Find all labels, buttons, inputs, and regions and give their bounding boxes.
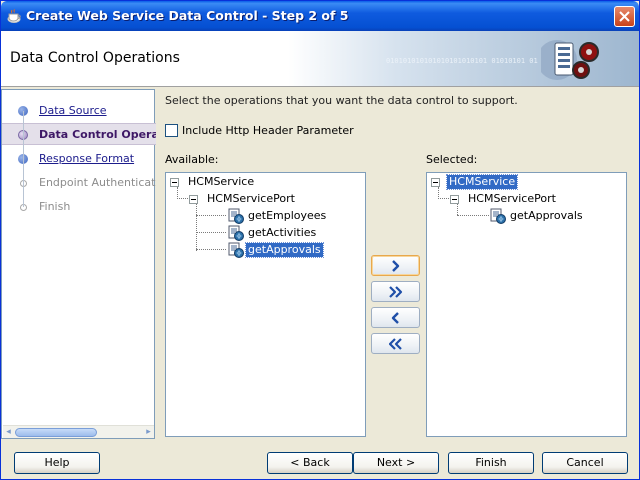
next-button[interactable]: Next > [353,452,439,474]
collapse-icon[interactable] [431,178,440,187]
close-icon [619,11,630,22]
tree-node-label[interactable]: HCMServicePort [466,192,558,206]
step-data-source[interactable]: Data Source [2,100,156,122]
add-all-icon [389,286,403,298]
coffee-cup-icon [7,9,21,23]
collapse-icon[interactable] [450,195,459,204]
step-label: Endpoint Authentication [39,176,156,189]
add-selected-icon [392,260,400,272]
steps-horizontal-scrollbar[interactable]: ◂ ▸ [3,425,154,438]
selected-tree[interactable]: HCMService HCMServicePort getApprovals [426,172,627,437]
include-http-header-checkbox[interactable] [165,124,178,137]
selected-label: Selected: [426,153,478,166]
step-label[interactable]: Response Format [39,152,134,165]
steps-connector-line [23,111,24,207]
step-endpoint-authentication: Endpoint Authentication [2,172,156,194]
available-tree[interactable]: HCMService HCMServicePort getEmployees g… [165,172,366,437]
window-title: Create Web Service Data Control - Step 2… [26,8,349,23]
tree-node-label[interactable]: getEmployees [246,209,328,223]
collapse-icon[interactable] [170,178,179,187]
tree-node-label[interactable]: HCMService [186,175,256,189]
step-data-control-operations: Data Control Operations [2,123,156,145]
scroll-right-icon[interactable]: ▸ [143,427,154,438]
step-label[interactable]: Data Source [39,104,107,117]
close-button[interactable] [614,6,635,27]
step-label: Data Control Operations [39,128,156,141]
steps-panel: Data Source Data Control Operations Resp… [1,89,156,439]
remove-all-icon [389,338,402,350]
dialog-window: Create Web Service Data Control - Step 2… [0,0,640,480]
header-decoration-text: 010101010101010101010101 01010101 01 [386,57,538,65]
scroll-left-icon[interactable]: ◂ [3,427,14,438]
web-service-logo-icon [541,40,599,80]
finish-button[interactable]: Finish [448,452,534,474]
instruction-text: Select the operations that you want the … [165,94,518,107]
tree-node-label[interactable]: getApprovals [508,209,585,223]
collapse-icon[interactable] [189,195,198,204]
page-header: Data Control Operations 0101010101010101… [1,31,639,87]
web-method-icon [490,208,506,224]
step-finish: Finish [2,196,156,218]
tree-node-label[interactable]: HCMServicePort [205,192,297,206]
available-label: Available: [165,153,219,166]
help-button[interactable]: Help [14,452,100,474]
title-bar[interactable]: Create Web Service Data Control - Step 2… [1,1,639,31]
remove-all-button[interactable] [371,333,420,354]
web-method-icon [228,225,244,241]
web-method-icon [228,242,244,258]
add-all-button[interactable] [371,281,420,302]
tree-node-label[interactable]: getApprovals [245,242,324,258]
step-label: Finish [39,200,71,213]
include-http-header-label[interactable]: Include Http Header Parameter [182,124,354,137]
tree-node-label[interactable]: getActivities [246,226,318,240]
remove-selected-button[interactable] [371,307,420,328]
scrollbar-thumb[interactable] [15,428,97,437]
page-title: Data Control Operations [10,50,180,66]
remove-selected-icon [391,312,399,324]
back-button[interactable]: < Back [267,452,353,474]
cancel-button[interactable]: Cancel [542,452,628,474]
web-method-icon [228,208,244,224]
add-selected-button[interactable] [371,255,420,276]
tree-node-label[interactable]: HCMService [445,174,519,190]
step-response-format[interactable]: Response Format [2,148,156,170]
